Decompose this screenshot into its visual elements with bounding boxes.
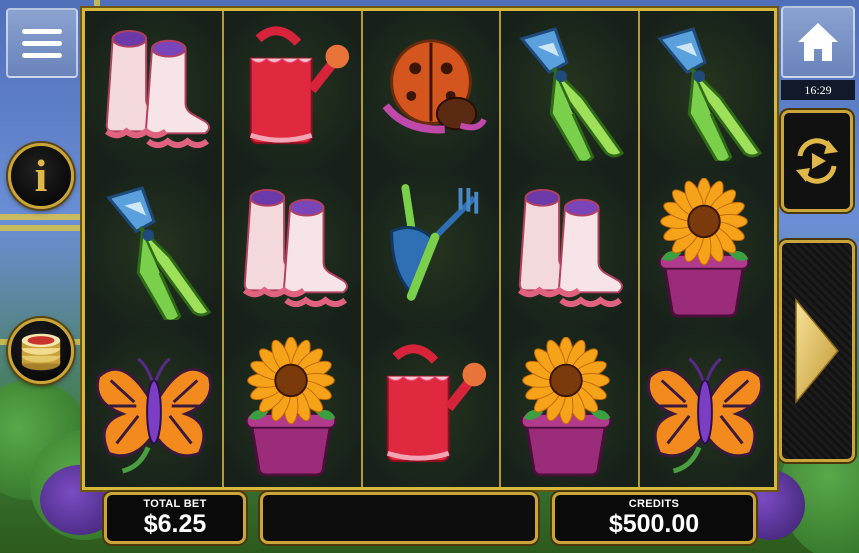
reel-cell [498, 169, 637, 329]
boots-icon [104, 30, 210, 149]
reel-cell [360, 11, 499, 170]
reel-cell [498, 328, 637, 487]
boots-icon [242, 188, 348, 308]
reel-cell [85, 169, 223, 329]
pruning-shears-icon [519, 27, 625, 162]
reel-cell [85, 11, 223, 170]
total-bet-label: TOTAL BET [143, 498, 207, 510]
sunflower-pot-icon [245, 336, 336, 477]
autoplay-button[interactable] [781, 110, 853, 212]
reel-grid [85, 11, 774, 487]
reel-cell [222, 328, 361, 487]
reel-cell [85, 328, 223, 487]
reel-cell [360, 169, 499, 329]
message-panel [260, 492, 538, 544]
reel-cell [498, 11, 637, 170]
credits-panel: CREDITS $500.00 [552, 492, 756, 544]
reel-cell [636, 169, 774, 329]
clock: 16:29 [781, 80, 855, 100]
watering-can-icon [249, 26, 349, 145]
reel-cell [636, 328, 774, 487]
bet-coins-button[interactable] [8, 318, 74, 384]
reel-cell [360, 328, 499, 487]
credits-label: CREDITS [628, 498, 680, 510]
info-button[interactable]: i [8, 143, 74, 209]
ladybug-icon [383, 39, 488, 134]
watering-can-icon [387, 344, 487, 462]
hamburger-menu-icon [22, 29, 62, 58]
pruning-shears-icon [106, 186, 212, 320]
credits-value: $500.00 [608, 510, 700, 538]
total-bet-value: $6.25 [143, 510, 207, 538]
butterfly-icon [647, 357, 764, 474]
reel-cell [636, 11, 774, 170]
sunflower-pot-icon [521, 336, 612, 477]
reel-cell [222, 11, 361, 170]
play-arrow-icon [795, 297, 839, 405]
home-icon [798, 23, 838, 61]
reel-area [82, 8, 777, 490]
boots-icon [518, 188, 624, 308]
trowel-and-fork-icon [390, 184, 479, 301]
sunflower-pot-icon [658, 177, 750, 318]
autoplay-icon [796, 138, 838, 184]
reel-cell [222, 169, 361, 329]
info-icon: i [34, 150, 48, 201]
pruning-shears-icon [657, 27, 763, 162]
home-button[interactable] [781, 6, 855, 78]
spin-button[interactable] [779, 240, 855, 462]
menu-button[interactable] [6, 8, 78, 78]
total-bet-panel[interactable]: TOTAL BET $6.25 [104, 492, 246, 544]
bottom-bar: TOTAL BET $6.25 CREDITS $500.00 [104, 492, 756, 548]
coin-stack-icon [21, 333, 61, 371]
butterfly-icon [95, 357, 212, 474]
